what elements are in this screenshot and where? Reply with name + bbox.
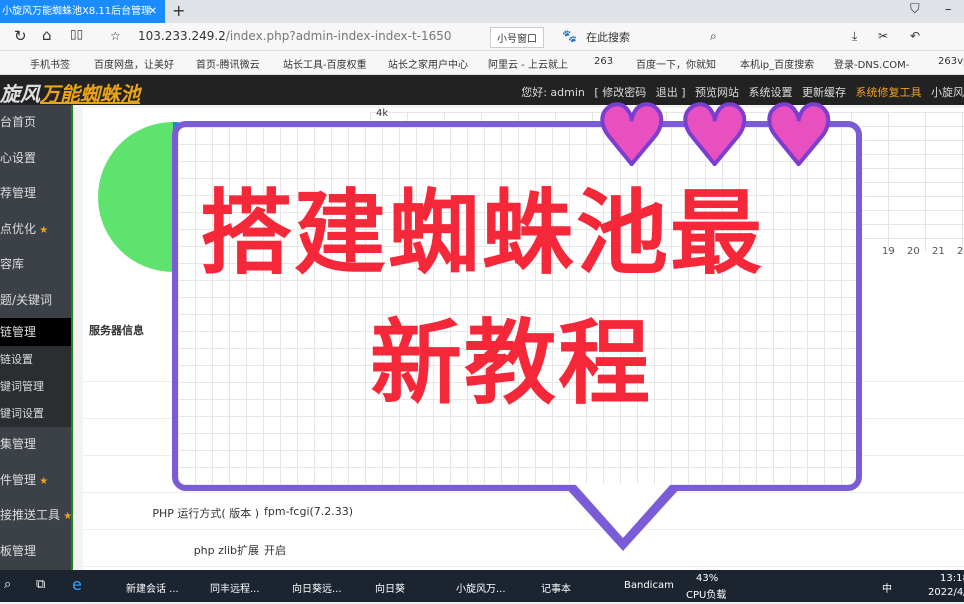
bookmark[interactable]: 首页-腾讯微云 xyxy=(196,56,260,71)
star-icon[interactable]: ☆ xyxy=(110,29,121,43)
heart-icon: ♥ xyxy=(676,89,753,184)
row-key: php zlib扩展 xyxy=(193,544,259,557)
y-tick: 4k xyxy=(376,108,389,119)
table-row: PHP 运行方式( 版本 ) fpm-fcgi(7.2.33) xyxy=(83,493,964,530)
pin-icon: ★ xyxy=(60,511,71,522)
taskbar-app[interactable]: Bandicam xyxy=(624,580,674,591)
sidebar-item[interactable]: 接推送工具 ★ xyxy=(0,498,71,534)
shirt-icon[interactable]: ⛉ xyxy=(910,2,920,17)
task-view-icon[interactable]: ⧉ xyxy=(36,577,45,592)
server-info-title: 服务器信息 xyxy=(89,324,144,337)
sidebar-item[interactable]: 链设置 xyxy=(0,346,71,373)
sidebar-item[interactable]: 台首页 xyxy=(0,105,71,141)
overlay-title-line2: 新教程 xyxy=(370,310,653,417)
search-icon[interactable]: ⌕ xyxy=(710,29,717,44)
sidebar-item[interactable]: 板管理 xyxy=(0,534,71,570)
undo-icon[interactable]: ↶ xyxy=(910,29,920,43)
search-input[interactable]: 在此搜索 xyxy=(586,29,630,45)
logo: 旋风万能蜘蛛池 xyxy=(0,82,140,106)
small-window-button[interactable]: 小号窗口 xyxy=(490,27,544,48)
bookmark[interactable]: 百度一下，你就知 xyxy=(636,56,716,71)
bookmarks-bar: 手机书签 百度网盘，让美好 首页-腾讯微云 站长工具-百度权重 站长之家用户中心… xyxy=(0,51,964,75)
reader-icon[interactable]: ▯▯ xyxy=(70,27,83,41)
bookmark[interactable]: 站长工具-百度权重 xyxy=(283,56,367,71)
tab-bar: 小旋风万能蜘蛛池X8.11后台管理 ✕ + ⛉ – xyxy=(0,0,964,23)
row-value: fpm-fcgi(7.2.33) xyxy=(264,505,354,518)
ie-icon[interactable]: e xyxy=(72,575,82,594)
taskbar-app[interactable]: 小旋风万... xyxy=(456,580,506,595)
close-tab-icon[interactable]: ✕ xyxy=(149,0,157,23)
overlay-title-line1: 搭建蜘蛛池最 xyxy=(200,180,765,287)
taskbar: ⌕ ⧉ e 新建会话 ... 同丰远程... 向日葵远... 向日葵 小旋风万.… xyxy=(0,570,964,602)
bookmark[interactable]: 本机ip_百度搜索 xyxy=(740,56,814,71)
bookmark[interactable]: 阿里云 - 上云就上 xyxy=(488,56,568,71)
heart-icon: ♥ xyxy=(593,89,670,184)
browser-tab[interactable]: 小旋风万能蜘蛛池X8.11后台管理 ✕ xyxy=(0,0,165,23)
address-bar: ↻ ⌂ ▯▯ ☆ 103.233.249.2/index.php?admin-i… xyxy=(0,23,964,51)
repair-link[interactable]: 系统修复工具 xyxy=(856,86,922,99)
bookmark[interactable]: 百度网盘，让美好 xyxy=(94,56,174,71)
clock-time[interactable]: 13:18 xyxy=(940,573,964,584)
x-tick: 21 xyxy=(932,246,945,257)
sidebar-item[interactable]: 键词设置 xyxy=(0,400,71,427)
bookmark[interactable]: 263 xyxy=(594,56,613,67)
row-value: 开启 xyxy=(264,544,286,557)
search-icon[interactable]: ⌕ xyxy=(4,577,11,592)
sidebar-item[interactable]: 件管理 ★ xyxy=(0,463,71,499)
sidebar: 台首页 心设置 荐管理 点优化 ★ 容库 题/关键词 链管理 链设置 键词管理 键词设置 集管理 件管… xyxy=(0,105,73,570)
sidebar-item[interactable]: 容库 xyxy=(0,247,71,283)
download-icon[interactable]: ⤓ xyxy=(852,29,857,44)
cpu-label: CPU负载 xyxy=(686,590,727,601)
bookmark[interactable]: 登录-DNS.COM- xyxy=(834,56,909,71)
heart-icon: ♥ xyxy=(760,89,837,184)
x-tick: 2 xyxy=(957,246,964,257)
x-tick: 19 xyxy=(882,246,895,257)
paw-icon[interactable]: 🐾 xyxy=(562,29,577,43)
table-row: php zlib扩展 开启 xyxy=(83,530,964,567)
sidebar-item[interactable]: 题/关键词 xyxy=(0,283,71,319)
minimize-button[interactable]: – xyxy=(945,2,952,17)
home-icon[interactable]: ⌂ xyxy=(42,26,52,44)
sidebar-item[interactable]: 心设置 xyxy=(0,141,71,177)
bookmark[interactable]: 263vp xyxy=(938,56,964,67)
speech-bubble xyxy=(172,121,862,491)
bookmark[interactable]: 站长之家用户中心 xyxy=(388,56,468,71)
sidebar-item[interactable]: 链管理 xyxy=(0,318,71,346)
ime-indicator[interactable]: 中 xyxy=(882,580,892,595)
sidebar-item[interactable]: 荐管理 xyxy=(0,176,71,212)
sidebar-item[interactable]: 集管理 xyxy=(0,427,71,463)
pin-icon: ★ xyxy=(36,475,49,487)
url-input[interactable]: 103.233.249.2/index.php?admin-index-inde… xyxy=(138,29,452,43)
clock-date[interactable]: 2022/4/ xyxy=(928,587,964,598)
cpu-percent: 43% xyxy=(696,573,719,584)
taskbar-app[interactable]: 向日葵 xyxy=(375,580,405,595)
taskbar-app[interactable]: 同丰远程... xyxy=(210,580,260,595)
sidebar-item[interactable]: 点优化 ★ xyxy=(0,212,71,248)
row-key: PHP 运行方式( 版本 ) xyxy=(152,507,259,520)
new-tab-button[interactable]: + xyxy=(172,0,185,22)
taskbar-app[interactable]: 向日葵远... xyxy=(292,580,342,595)
sidebar-item[interactable]: 键词管理 xyxy=(0,373,71,400)
scissors-icon[interactable]: ✂ xyxy=(878,29,888,43)
taskbar-app[interactable]: 新建会话 ... xyxy=(126,580,179,595)
reload-icon[interactable]: ↻ xyxy=(14,27,27,45)
pin-icon: ★ xyxy=(36,224,49,236)
bookmark[interactable]: 手机书签 xyxy=(30,56,70,71)
x-tick: 20 xyxy=(907,246,920,257)
taskbar-app[interactable]: 记事本 xyxy=(541,580,571,595)
bubble-tail-inner xyxy=(575,484,671,538)
